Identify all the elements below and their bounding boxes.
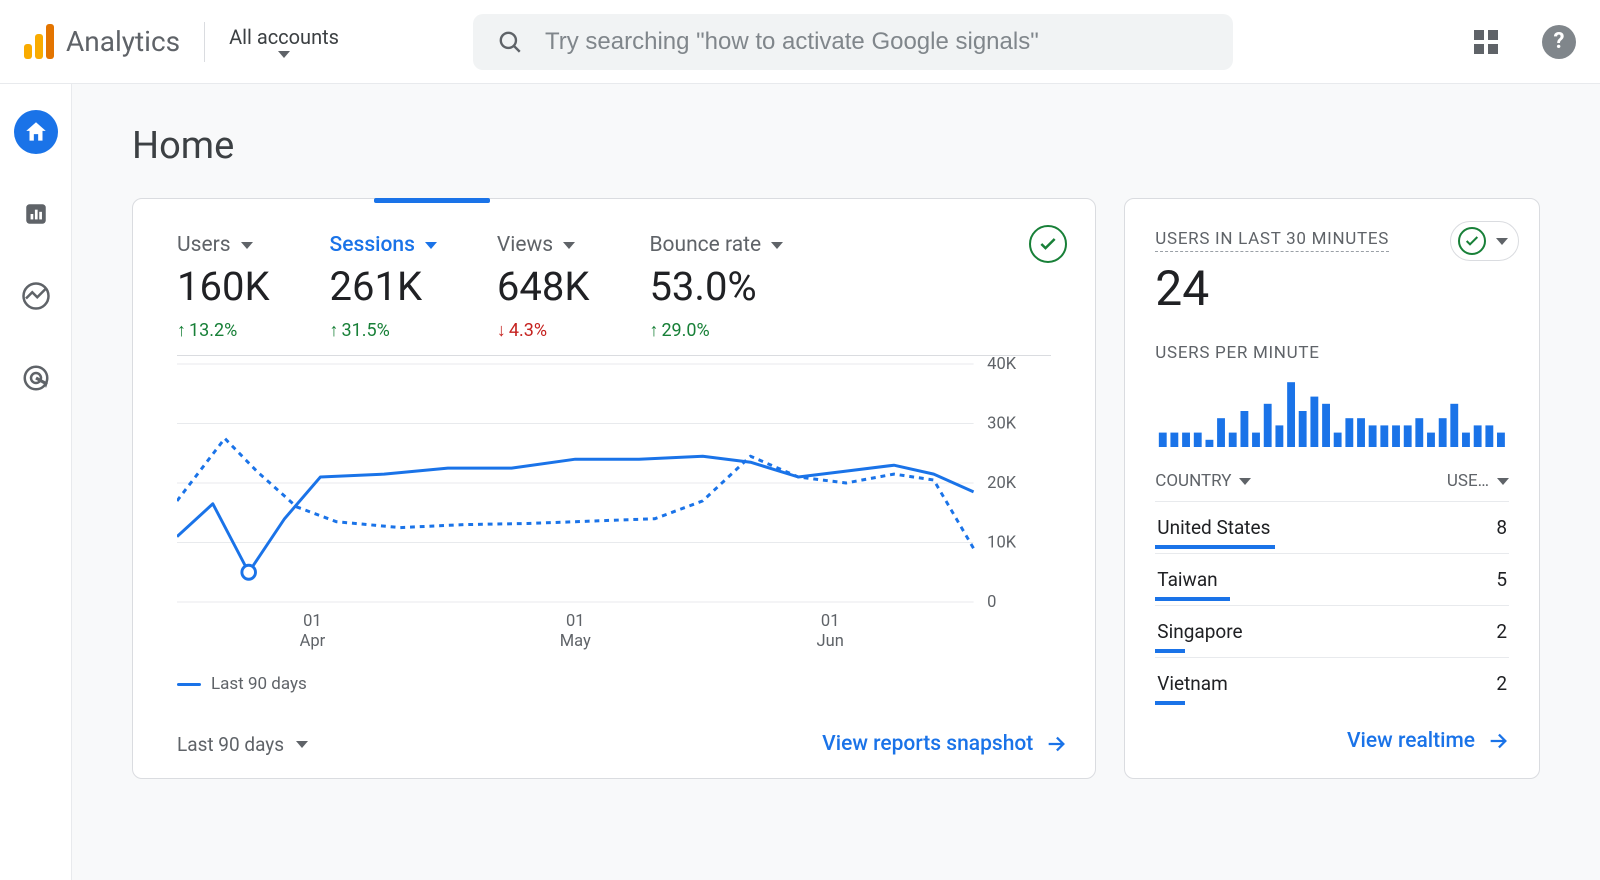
svg-text:Jun: Jun	[817, 631, 844, 651]
chevron-down-icon	[296, 741, 308, 748]
country-row[interactable]: Vietnam2	[1155, 657, 1509, 707]
row-bar	[1155, 649, 1185, 653]
chart-block: 010K20K30K40K01Apr01May01Jun Last 90 day…	[133, 355, 1095, 694]
product-name: Analytics	[66, 25, 180, 58]
country-row[interactable]: United States8	[1155, 501, 1509, 551]
view-realtime-link[interactable]: View realtime	[1347, 729, 1509, 753]
users-column-header[interactable]: USE…	[1447, 471, 1509, 491]
arrow-right-icon	[1487, 730, 1509, 752]
nav-home[interactable]	[14, 110, 58, 154]
header-actions: ?	[1474, 25, 1576, 59]
sessions-line-chart: 010K20K30K40K01Apr01May01Jun	[177, 356, 1051, 658]
active-metric-indicator	[374, 198, 490, 203]
svg-text:May: May	[560, 631, 591, 651]
svg-text:10K: 10K	[987, 532, 1016, 552]
realtime-card: USERS IN LAST 30 MINUTES 24 USERS PER MI…	[1124, 198, 1540, 779]
svg-text:30K: 30K	[987, 413, 1016, 433]
svg-text:Apr: Apr	[300, 631, 326, 651]
main-content: Home Users160K↑13.2% Sessions261K↑31.5% Vi…	[72, 84, 1600, 880]
country-row[interactable]: Singapore2	[1155, 605, 1509, 655]
legend-label: Last 90 days	[211, 674, 307, 694]
chevron-down-icon	[1497, 478, 1509, 485]
row-bar	[1155, 701, 1185, 705]
legend-swatch	[177, 683, 201, 686]
divider	[204, 22, 205, 62]
metrics-card: Users160K↑13.2% Sessions261K↑31.5% Views64…	[132, 198, 1096, 779]
svg-text:01: 01	[821, 611, 840, 631]
nav-explore[interactable]	[14, 274, 58, 318]
account-picker[interactable]: All accounts	[229, 25, 339, 58]
metric-views[interactable]: Views648K↓4.3%	[497, 233, 590, 341]
page-title: Home	[132, 124, 1540, 168]
arrow-right-icon	[1045, 733, 1067, 755]
realtime-user-count: 24	[1155, 260, 1509, 317]
account-label: All accounts	[229, 25, 339, 49]
view-reports-snapshot-link[interactable]: View reports snapshot	[822, 732, 1067, 756]
nav-reports[interactable]	[14, 192, 58, 236]
realtime-header: USERS IN LAST 30 MINUTES	[1155, 229, 1389, 252]
search-icon	[497, 29, 523, 55]
realtime-status-pill[interactable]	[1450, 221, 1519, 261]
metric-bounce-rate[interactable]: Bounce rate53.0%↑29.0%	[649, 233, 783, 341]
row-bar	[1155, 597, 1230, 601]
svg-text:01: 01	[566, 611, 585, 631]
search-box[interactable]	[473, 14, 1233, 70]
date-range-label: Last 90 days	[177, 733, 284, 756]
realtime-table-body: United States8Taiwan5Singapore2Vietnam2	[1155, 501, 1509, 705]
row-bar	[1155, 545, 1275, 549]
chevron-down-icon	[771, 242, 783, 249]
chevron-down-icon	[425, 242, 437, 249]
users-per-minute-label: USERS PER MINUTE	[1155, 343, 1509, 363]
users-per-minute-chart	[1155, 375, 1509, 447]
country-column-header[interactable]: COUNTRY	[1155, 471, 1251, 491]
footer-link-label: View reports snapshot	[822, 732, 1033, 756]
metrics-card-footer: Last 90 days View reports snapshot	[133, 716, 1095, 778]
product-logo[interactable]: Analytics	[24, 24, 180, 59]
check-circle-icon	[1458, 227, 1486, 255]
svg-text:0: 0	[987, 592, 996, 612]
chevron-down-icon	[1496, 238, 1508, 245]
header: Analytics All accounts ?	[0, 0, 1600, 84]
date-range-picker[interactable]: Last 90 days	[177, 733, 308, 756]
help-icon[interactable]: ?	[1542, 25, 1576, 59]
apps-icon[interactable]	[1474, 30, 1498, 54]
chevron-down-icon	[278, 51, 290, 58]
nav-advertising[interactable]	[14, 356, 58, 400]
svg-text:20K: 20K	[987, 473, 1016, 493]
svg-text:40K: 40K	[987, 356, 1016, 374]
metrics-row: Users160K↑13.2% Sessions261K↑31.5% Views64…	[133, 233, 1095, 349]
cards-row: Users160K↑13.2% Sessions261K↑31.5% Views64…	[132, 198, 1540, 779]
realtime-table-header: COUNTRY USE…	[1155, 471, 1509, 491]
chevron-down-icon	[241, 242, 253, 249]
chevron-down-icon	[563, 242, 575, 249]
chart-legend: Last 90 days	[177, 674, 1051, 694]
chevron-down-icon	[1239, 478, 1251, 485]
analytics-logo-icon	[24, 24, 54, 59]
country-row[interactable]: Taiwan5	[1155, 553, 1509, 603]
search-input[interactable]	[545, 28, 1209, 56]
metric-users[interactable]: Users160K↑13.2%	[177, 233, 270, 341]
svg-text:01: 01	[303, 611, 322, 631]
left-nav-rail	[0, 84, 72, 880]
metric-sessions[interactable]: Sessions261K↑31.5%	[330, 233, 437, 341]
